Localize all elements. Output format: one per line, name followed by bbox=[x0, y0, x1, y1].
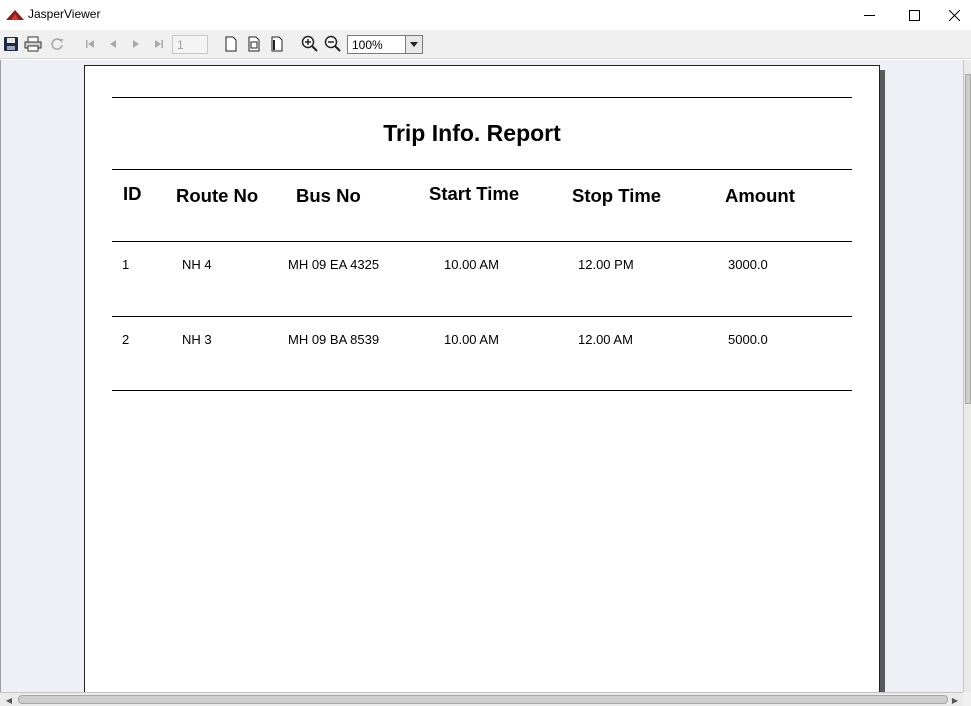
table-cell: 10.00 AM bbox=[444, 257, 499, 272]
zoom-out-icon bbox=[324, 35, 341, 52]
zoom-in-icon bbox=[301, 35, 318, 52]
zoom-in-button[interactable] bbox=[300, 34, 320, 54]
scroll-corner bbox=[963, 692, 971, 706]
horizontal-scroll-thumb[interactable] bbox=[18, 695, 948, 704]
reload-button[interactable] bbox=[47, 34, 67, 54]
jasper-viewer-window: JasperViewer 1 100% Trip Info. Report ID… bbox=[0, 0, 971, 706]
vertical-scroll-thumb[interactable] bbox=[965, 74, 971, 404]
scroll-right-icon[interactable]: ▶ bbox=[948, 693, 962, 706]
column-header-id: ID bbox=[123, 183, 142, 204]
table-cell: 5000.0 bbox=[728, 332, 768, 347]
report-page: Trip Info. Report ID Route No Bus No Sta… bbox=[84, 65, 880, 692]
table-cell: 12.00 AM bbox=[578, 332, 633, 347]
scroll-left-icon[interactable]: ◀ bbox=[2, 693, 16, 706]
fit-page-button[interactable] bbox=[244, 34, 264, 54]
next-page-icon bbox=[133, 40, 139, 48]
window-title: JasperViewer bbox=[28, 7, 101, 21]
title-bar: JasperViewer bbox=[0, 0, 971, 30]
previous-page-button[interactable] bbox=[103, 34, 123, 54]
report-title: Trip Info. Report bbox=[383, 120, 561, 146]
actual-size-button[interactable] bbox=[221, 34, 241, 54]
table-cell: NH 3 bbox=[182, 332, 212, 347]
minimize-icon bbox=[863, 14, 875, 16]
last-page-button[interactable] bbox=[149, 34, 169, 54]
fit-width-icon bbox=[271, 36, 283, 52]
page-icon bbox=[225, 36, 237, 52]
column-header-amount: Amount bbox=[725, 185, 795, 206]
column-header-bus-no: Bus No bbox=[296, 185, 361, 206]
divider-line bbox=[112, 316, 852, 317]
minimize-button[interactable] bbox=[846, 0, 892, 30]
vertical-scrollbar[interactable] bbox=[963, 60, 971, 692]
column-header-start-time: Start Time bbox=[429, 183, 520, 204]
zoom-select[interactable]: 100% bbox=[347, 35, 423, 54]
save-button[interactable] bbox=[1, 34, 21, 54]
zoom-value: 100% bbox=[352, 38, 383, 52]
divider-line bbox=[112, 241, 852, 242]
last-page-icon bbox=[155, 40, 163, 48]
table-cell: MH 09 BA 8539 bbox=[288, 332, 380, 347]
close-button[interactable] bbox=[937, 0, 971, 30]
jasper-logo-icon bbox=[6, 10, 24, 20]
divider-line bbox=[112, 97, 852, 98]
horizontal-scrollbar[interactable]: ◀ ▶ bbox=[0, 692, 963, 706]
maximize-icon bbox=[908, 9, 920, 21]
zoom-out-button[interactable] bbox=[323, 34, 343, 54]
first-page-icon bbox=[86, 40, 94, 48]
table-cell: 10.00 AM bbox=[444, 332, 499, 347]
reload-icon bbox=[51, 38, 63, 50]
column-header-route-no: Route No bbox=[176, 185, 259, 206]
maximize-button[interactable] bbox=[891, 0, 937, 30]
viewer-toolbar: 1 100% bbox=[0, 30, 971, 59]
chevron-down-icon[interactable] bbox=[405, 36, 422, 53]
save-icon bbox=[4, 37, 18, 51]
divider-line bbox=[112, 169, 852, 170]
table-cell: 12.00 PM bbox=[578, 257, 634, 272]
previous-page-icon bbox=[110, 40, 116, 48]
page-number-input[interactable]: 1 bbox=[172, 35, 208, 54]
table-cell: NH 4 bbox=[182, 257, 212, 272]
printer-icon bbox=[24, 36, 42, 52]
table-cell: 1 bbox=[122, 257, 130, 272]
first-page-button[interactable] bbox=[80, 34, 100, 54]
divider-line bbox=[112, 390, 852, 391]
fit-width-button[interactable] bbox=[267, 34, 287, 54]
close-icon bbox=[948, 9, 960, 21]
print-button[interactable] bbox=[23, 34, 43, 54]
report-viewport: Trip Info. Report ID Route No Bus No Sta… bbox=[0, 60, 963, 692]
next-page-button[interactable] bbox=[126, 34, 146, 54]
table-cell: 3000.0 bbox=[728, 257, 768, 272]
column-header-stop-time: Stop Time bbox=[572, 185, 662, 206]
fit-page-icon bbox=[248, 36, 260, 52]
table-cell: 2 bbox=[122, 332, 130, 347]
table-cell: MH 09 EA 4325 bbox=[288, 257, 380, 272]
